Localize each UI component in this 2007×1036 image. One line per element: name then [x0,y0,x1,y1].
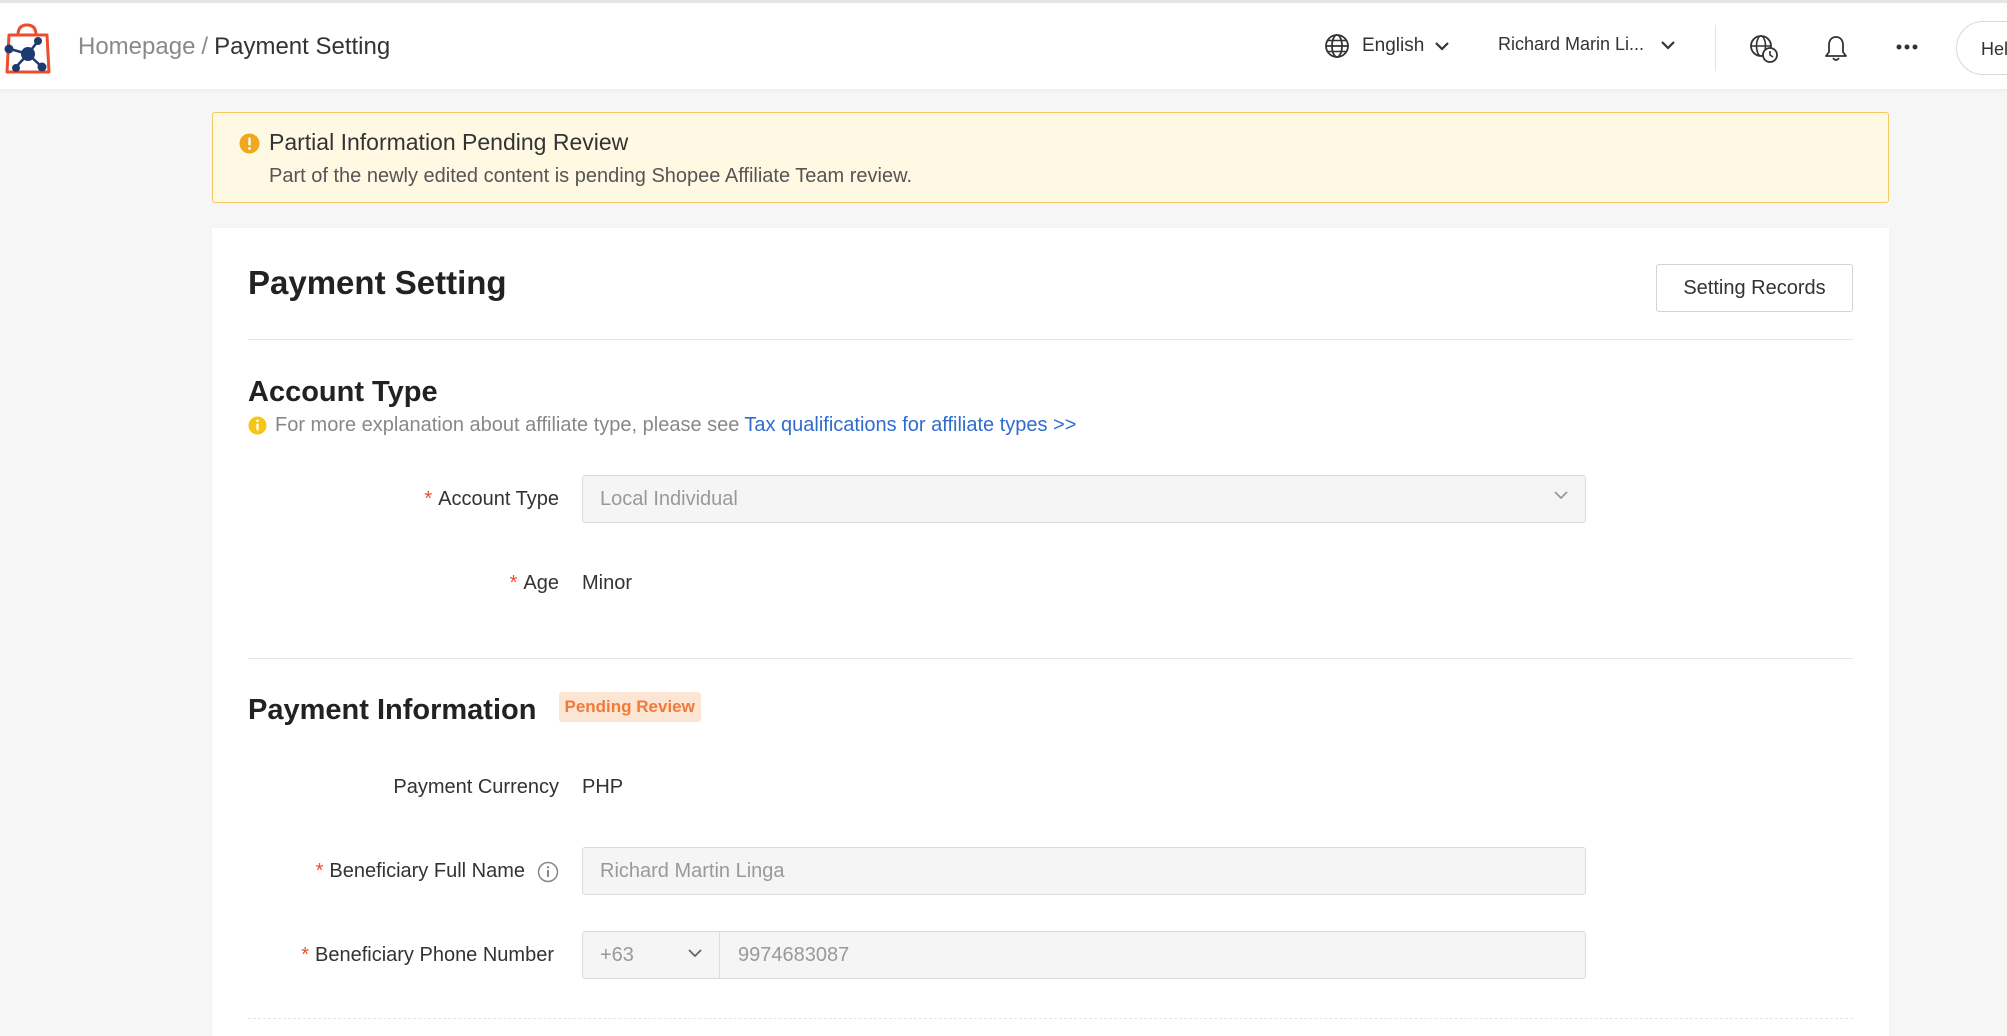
affiliate-type-hint: For more explanation about affiliate typ… [248,414,1076,437]
divider [248,1018,1853,1019]
breadcrumb-home-link[interactable]: Homepage [78,33,195,60]
help-button[interactable]: Hel [1956,21,2007,75]
country-code-value: +63 [600,944,634,966]
payment-information-section-title: Payment Information Pending Review [248,692,701,727]
bell-icon[interactable] [1824,34,1848,62]
divider [248,339,1853,340]
chevron-down-icon [688,949,702,958]
more-dots-icon[interactable] [1895,43,1919,51]
setting-records-button[interactable]: Setting Records [1656,264,1853,312]
pending-review-alert: Partial Information Pending Review Part … [212,112,1889,203]
info-circle-icon [248,416,267,435]
beneficiary-phone-label-text: Beneficiary Phone Number [314,944,554,966]
chevron-down-icon [1435,42,1450,51]
exclamation-circle-icon [239,133,260,154]
age-label: * Age [510,572,559,595]
language-label: English [1362,35,1425,56]
header-divider [1715,25,1716,71]
account-type-section-title: Account Type [248,376,438,408]
alert-title: Partial Information Pending Review [269,129,629,155]
required-mark: * [301,944,309,966]
divider [248,658,1853,659]
required-mark: * [424,488,433,510]
payment-information-title-text: Payment Information [248,694,537,726]
globe-icon [1325,34,1349,58]
beneficiary-full-name-field[interactable]: Richard Martin Linga [582,847,1586,895]
payment-currency-value: PHP [582,776,624,798]
top-navigation-bar: Homepage / Payment Setting English Richard… [0,0,2007,89]
breadcrumb-separator: / [201,33,209,60]
payment-currency-label: Payment Currency [393,776,559,799]
breadcrumb: Homepage / Payment Setting [78,33,390,61]
user-name: Richard Marin Li... [1498,34,1645,54]
account-type-label-text: Account Type [438,488,559,510]
globe-clock-icon[interactable] [1749,34,1779,64]
status-badge: Pending Review [558,692,701,723]
age-label-text: Age [523,572,559,594]
beneficiary-phone-label: * Beneficiary Phone Number [301,944,554,967]
shopping-bag-network-logo[interactable] [2,21,52,75]
alert-description: Part of the newly edited content is pend… [269,165,913,187]
user-menu[interactable]: Richard Marin Li... [1498,34,1676,55]
breadcrumb-current: Payment Setting [214,33,391,60]
age-value: Minor [582,572,633,594]
account-type-value: Local Individual [600,488,738,510]
hint-text: For more explanation about affiliate typ… [275,414,740,436]
page-title: Payment Setting [248,264,507,301]
phone-number-value[interactable]: 9974683087 [738,944,849,967]
required-mark: * [509,572,518,594]
beneficiary-full-name-label-text: Beneficiary Full Name [329,860,525,882]
chevron-down-icon [1661,40,1675,50]
beneficiary-full-name-value: Richard Martin Linga [600,860,785,882]
beneficiary-phone-field: +63 9974683087 [582,931,1586,979]
tax-qualifications-link[interactable]: Tax qualifications for affiliate types >… [744,414,1076,437]
info-circle-icon[interactable] [537,861,559,883]
country-code-select[interactable]: +63 [583,932,720,978]
account-type-select[interactable]: Local Individual [582,475,1586,523]
required-mark: * [315,860,324,882]
payment-currency-label-text: Payment Currency [393,776,559,798]
language-selector[interactable]: English [1324,33,1450,59]
payment-setting-card: Payment Setting Setting Records Account … [212,228,1889,1036]
chevron-down-icon [1554,491,1568,500]
account-type-label: * Account Type [424,488,559,511]
beneficiary-full-name-label: * Beneficiary Full Name [316,860,559,883]
